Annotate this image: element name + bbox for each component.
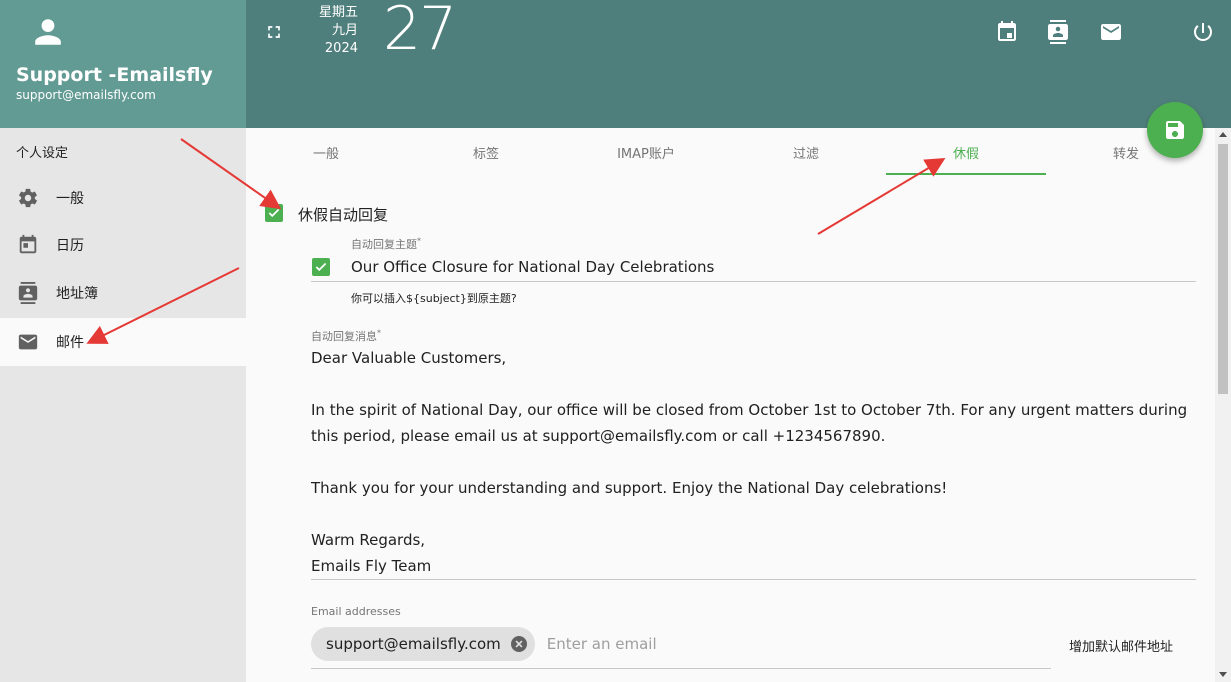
save-icon (1166, 121, 1184, 139)
scroll-thumb[interactable] (1218, 144, 1228, 394)
email-chip[interactable]: support@emailsfly.com (311, 627, 535, 661)
fullscreen-icon[interactable] (264, 22, 284, 42)
tab-vacation[interactable]: 休假 (886, 128, 1046, 176)
message-line (311, 501, 1196, 527)
scrollbar[interactable] (1215, 128, 1231, 682)
contacts-icon (16, 281, 40, 305)
mail-icon (16, 330, 40, 354)
active-tab-indicator (886, 173, 1046, 175)
message-line: Thank you for your understanding and sup… (311, 479, 948, 497)
vacation-enable-checkbox[interactable] (265, 204, 283, 222)
subject-underline (311, 281, 1196, 282)
message-label: 自动回复消息* (311, 328, 381, 343)
tab-general[interactable]: 一般 (246, 128, 406, 176)
user-name: Support -Emailsfly (16, 64, 213, 86)
scroll-down-arrow-icon[interactable] (1219, 672, 1227, 677)
day-number: 27 (383, 0, 457, 64)
vacation-enable-label: 休假自动回复 (298, 206, 389, 224)
calendar-icon (16, 233, 40, 257)
scroll-up-arrow-icon[interactable] (1219, 132, 1227, 137)
subject-hint: 你可以插入${subject}到原主题? (351, 292, 517, 305)
check-icon (268, 208, 280, 218)
save-button[interactable] (1147, 102, 1203, 158)
calendar-icon[interactable] (995, 20, 1019, 44)
email-input[interactable] (546, 635, 847, 653)
gear-icon (16, 186, 40, 210)
sidebar-item-label: 邮件 (56, 335, 84, 351)
date-block: 星期五 九月 2024 (308, 4, 358, 58)
message-line: In the spirit of National Day, our offic… (311, 401, 1188, 445)
weekday: 星期五 (318, 5, 358, 20)
sidebar-item-mail[interactable]: 邮件 (0, 318, 246, 366)
add-default-email-button[interactable]: 增加默认邮件地址 (1069, 636, 1173, 655)
message-line: Emails Fly Team (311, 557, 432, 575)
power-icon[interactable] (1191, 20, 1215, 44)
email-chip-label: support@emailsfly.com (326, 635, 501, 653)
subject-label: 自动回复主题* (351, 236, 421, 251)
mail-icon[interactable] (1099, 20, 1123, 44)
sidebar-item-label: 日历 (56, 238, 84, 254)
sidebar-item-label: 地址簿 (56, 286, 98, 302)
check-icon (315, 262, 327, 272)
avatar-icon (35, 19, 61, 45)
email-chip-row: support@emailsfly.com (311, 626, 847, 662)
sidebar-item-calendar[interactable]: 日历 (0, 221, 246, 269)
sidebar-item-addressbook[interactable]: 地址簿 (0, 269, 246, 317)
email-addresses-label: Email addresses (311, 605, 401, 618)
sidebar-section-title: 个人设定 (16, 146, 69, 161)
sidebar: Support -Emailsfly support@emailsfly.com… (0, 0, 246, 682)
subject-field[interactable]: Our Office Closure for National Day Cele… (351, 258, 714, 276)
sidebar-item-general[interactable]: 一般 (0, 174, 246, 222)
chip-remove-icon[interactable] (510, 636, 527, 652)
message-underline (311, 579, 1196, 580)
user-panel: Support -Emailsfly support@emailsfly.com (0, 0, 246, 128)
tab-imap-accounts[interactable]: IMAP账户 (566, 128, 726, 176)
message-line (311, 449, 1196, 475)
tab-labels[interactable]: 标签 (406, 128, 566, 176)
message-line: Dear Valuable Customers, (311, 349, 507, 367)
message-line (311, 371, 1196, 397)
tab-filters[interactable]: 过滤 (726, 128, 886, 176)
user-email: support@emailsfly.com (16, 88, 156, 102)
settings-tabs: 一般 标签 IMAP账户 过滤 休假 转发 (246, 128, 1215, 176)
message-textarea[interactable]: Dear Valuable Customers, In the spirit o… (311, 345, 1196, 579)
subject-prefix-checkbox[interactable] (312, 258, 330, 276)
year: 2024 (324, 41, 358, 56)
message-line: Warm Regards, (311, 531, 426, 549)
sidebar-item-label: 一般 (56, 191, 84, 207)
contacts-icon[interactable] (1046, 20, 1070, 44)
top-bar: 星期五 九月 2024 27 (246, 0, 1231, 128)
email-underline (311, 668, 1051, 669)
month: 九月 (331, 23, 358, 38)
